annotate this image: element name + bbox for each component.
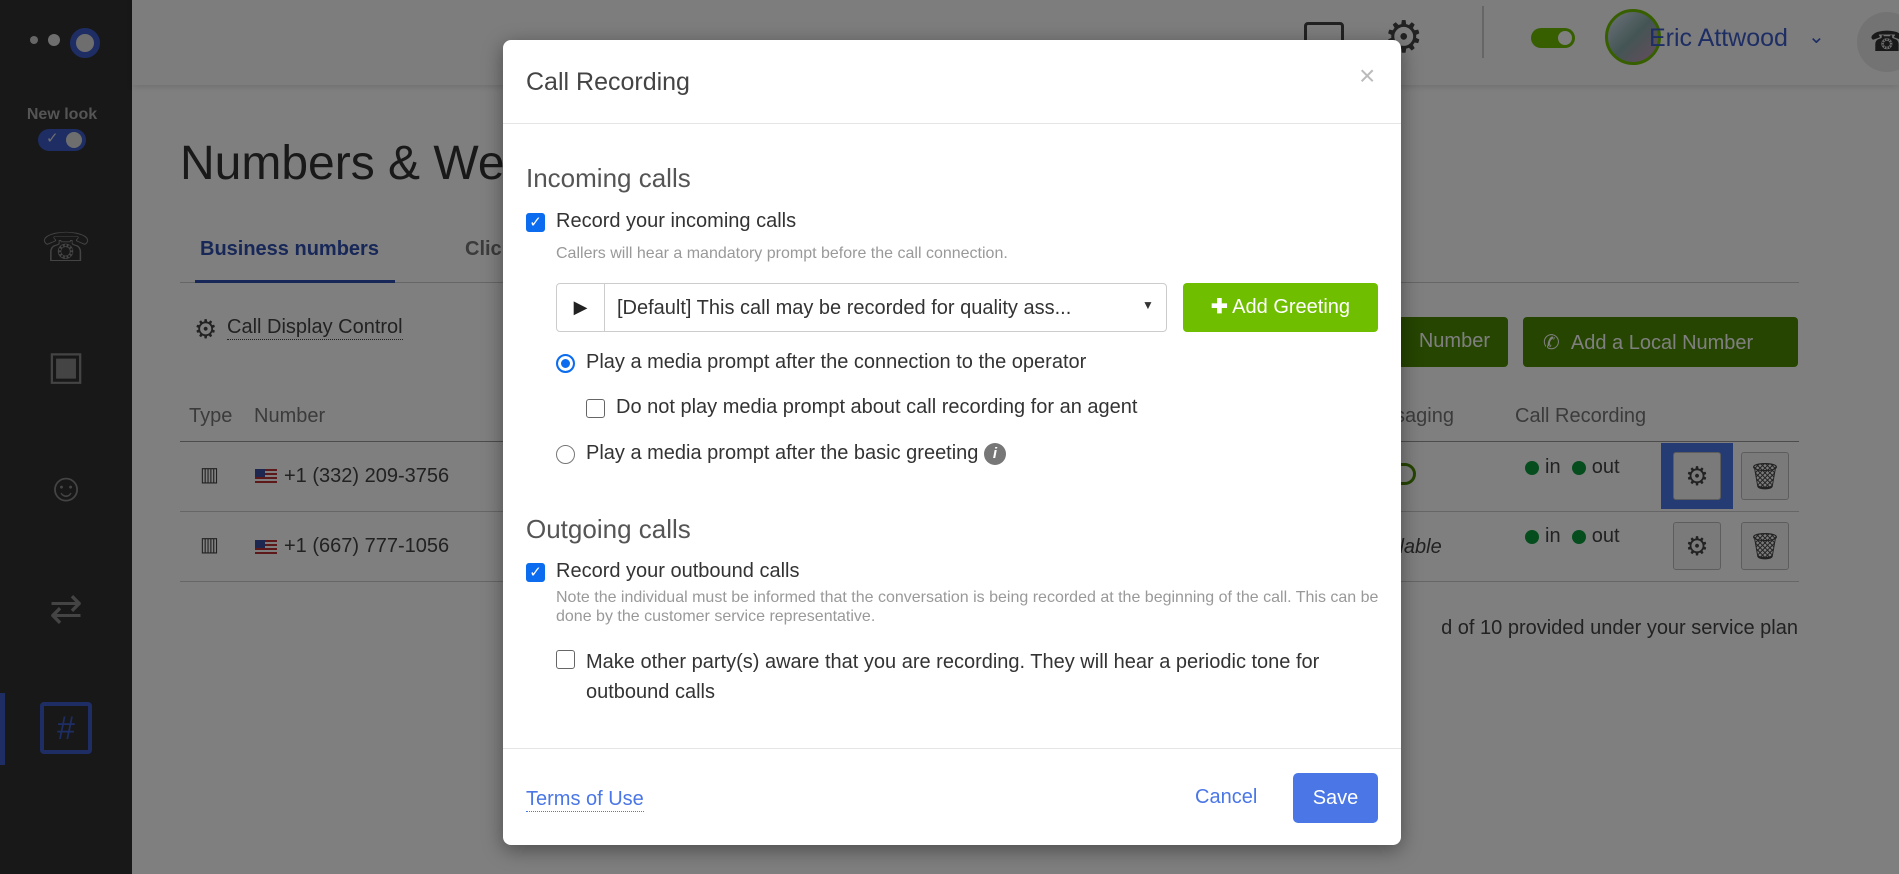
record-outbound-checkbox[interactable]: ✓ (526, 563, 545, 582)
periodic-tone-checkbox[interactable] (556, 650, 575, 669)
save-button[interactable]: Save (1293, 773, 1378, 823)
add-greeting-button[interactable]: ✚ Add Greeting (1183, 283, 1378, 332)
footer-divider (503, 748, 1401, 749)
modal-title: Call Recording (526, 68, 690, 96)
play-button[interactable]: ▶ (557, 284, 605, 331)
after-operator-label[interactable]: Play a media prompt after the connection… (586, 351, 1086, 374)
greeting-select[interactable]: [Default] This call may be recorded for … (617, 297, 1071, 320)
radio-after-operator[interactable] (556, 354, 575, 373)
incoming-hint: Callers will hear a mandatory prompt bef… (556, 245, 1008, 262)
radio-after-greeting[interactable] (556, 445, 575, 464)
close-icon[interactable]: × (1359, 60, 1375, 92)
no-prompt-agent-checkbox[interactable] (586, 399, 605, 418)
caret-down-icon[interactable]: ▼ (1142, 298, 1154, 312)
after-greeting-text: Play a media prompt after the basic gree… (586, 442, 979, 464)
call-recording-modal: Call Recording × Incoming calls ✓ Record… (503, 40, 1401, 845)
plus-icon: ✚ (1210, 296, 1228, 318)
record-incoming-label[interactable]: Record your incoming calls (556, 210, 796, 233)
no-prompt-agent-label[interactable]: Do not play media prompt about call reco… (616, 396, 1137, 419)
greeting-select-group: ▶ [Default] This call may be recorded fo… (556, 283, 1167, 332)
outgoing-hint: Note the individual must be informed tha… (556, 589, 1379, 625)
periodic-tone-label[interactable]: Make other party(s) aware that you are r… (586, 647, 1386, 707)
outgoing-heading: Outgoing calls (526, 514, 691, 544)
header-divider (503, 123, 1401, 124)
after-greeting-label[interactable]: Play a media prompt after the basic gree… (586, 442, 1006, 465)
info-icon[interactable]: i (984, 442, 1006, 465)
record-outbound-label[interactable]: Record your outbound calls (556, 560, 799, 583)
terms-of-use-link[interactable]: Terms of Use (526, 788, 644, 812)
incoming-heading: Incoming calls (526, 163, 691, 193)
record-incoming-checkbox[interactable]: ✓ (526, 213, 545, 232)
add-greeting-label: Add Greeting (1232, 296, 1351, 318)
cancel-button[interactable]: Cancel (1195, 786, 1257, 809)
